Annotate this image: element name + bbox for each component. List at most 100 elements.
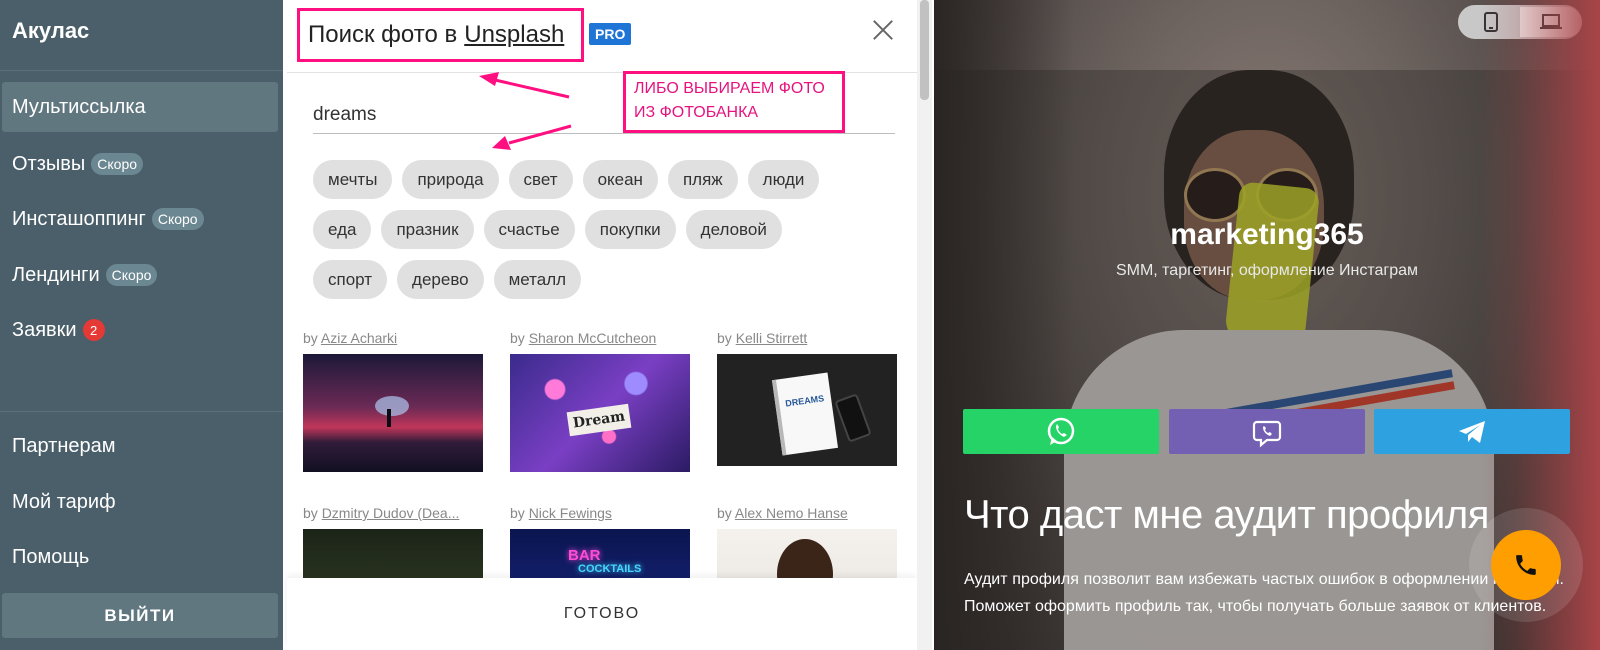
- photo-credit: by Dzmitry Dudov (Dea...: [303, 505, 483, 523]
- chip-row: спорт дерево металл: [313, 260, 873, 299]
- photo-credit: by Alex Nemo Hanse: [717, 505, 897, 523]
- sidebar: Акулас Мультиссылка Отзывы Скоро Инсташо…: [0, 0, 283, 650]
- photo-thumbnail[interactable]: [717, 529, 897, 578]
- tag-chip[interactable]: счастье: [483, 210, 575, 249]
- author-link[interactable]: Alex Nemo Hanse: [735, 505, 848, 521]
- laptop-icon: [1540, 14, 1562, 29]
- device-toggle: [1458, 5, 1582, 39]
- photo-result[interactable]: by Alex Nemo Hanse: [717, 505, 897, 578]
- tag-chip[interactable]: дерево: [397, 260, 484, 299]
- annotation-callout: ЛИБО ВЫБИРАЕМ ФОТО ИЗ ФОТОБАНКА: [623, 71, 845, 133]
- preview-heading: Что даст мне аудит профиля: [964, 493, 1489, 537]
- modal-scrollbar[interactable]: [917, 0, 932, 650]
- tag-chip[interactable]: металл: [493, 260, 582, 299]
- photo-search-modal: Поиск фото в Unsplash PRO ЛИБО ВЫБИРАЕМ …: [287, 0, 932, 650]
- sidebar-item-label: Мультиссылка: [12, 95, 146, 118]
- modal-title: Поиск фото в Unsplash: [297, 8, 584, 62]
- scrollbar-thumb[interactable]: [920, 0, 929, 100]
- sidebar-item-label: Мой тариф: [12, 490, 116, 513]
- tag-chip[interactable]: мечты: [313, 160, 393, 199]
- photo-credit: by Aziz Acharki: [303, 330, 483, 348]
- sidebar-item-label: Лендинги: [12, 263, 100, 286]
- photo-result[interactable]: by Nick Fewings BAR COCKTAILS: [510, 505, 690, 578]
- photo-result[interactable]: by Sharon McCutcheon Dream: [510, 330, 690, 472]
- sidebar-item-my-plan[interactable]: Мой тариф: [2, 477, 278, 527]
- sidebar-item-multilink[interactable]: Мультиссылка: [2, 82, 278, 132]
- unsplash-link[interactable]: Unsplash: [464, 21, 564, 49]
- sidebar-item-reviews[interactable]: Отзывы Скоро: [2, 139, 278, 189]
- author-link[interactable]: Sharon McCutcheon: [529, 330, 657, 346]
- sidebar-item-help[interactable]: Помощь: [2, 532, 278, 582]
- requests-count-badge: 2: [82, 319, 105, 341]
- by-label: by: [303, 505, 318, 521]
- sidebar-item-label: Отзывы: [12, 152, 86, 175]
- phone-call-icon: [1516, 555, 1536, 575]
- sidebar-item-label: Инсташоппинг: [12, 207, 146, 230]
- photo-result[interactable]: by Dzmitry Dudov (Dea...: [303, 505, 483, 578]
- dream-card: Dream: [566, 403, 632, 437]
- sidebar-item-label: Партнерам: [12, 434, 116, 457]
- by-label: by: [717, 330, 732, 346]
- soon-badge: Скоро: [151, 208, 204, 230]
- annotation-arrow-line: [494, 78, 570, 99]
- photo-credit: by Nick Fewings: [510, 505, 690, 523]
- tag-chip[interactable]: еда: [313, 210, 372, 249]
- sidebar-divider: [0, 411, 283, 412]
- sidebar-item-landings[interactable]: Лендинги Скоро: [2, 250, 278, 300]
- telegram-button[interactable]: [1374, 409, 1570, 454]
- photo-thumbnail[interactable]: BAR COCKTAILS: [510, 529, 690, 578]
- tag-chip[interactable]: свет: [508, 160, 573, 199]
- close-icon[interactable]: [870, 17, 896, 43]
- preview-text: Аудит профиля позволит вам избежать част…: [964, 571, 1564, 615]
- chip-row: еда празник счастье покупки деловой: [313, 210, 873, 249]
- tag-chip[interactable]: покупки: [584, 210, 676, 249]
- tag-chip[interactable]: океан: [582, 160, 658, 199]
- pro-badge: PRO: [589, 23, 632, 45]
- annotation-arrow-head: [479, 72, 499, 86]
- neon-sign-text: COCKTAILS: [578, 563, 642, 575]
- photo-figure: [387, 409, 391, 427]
- author-link[interactable]: Dzmitry Dudov (Dea...: [322, 505, 460, 521]
- by-label: by: [510, 330, 525, 346]
- by-label: by: [510, 505, 525, 521]
- sidebar-item-label: Заявки: [12, 318, 77, 341]
- photo-thumbnail[interactable]: [303, 354, 483, 472]
- tag-chip[interactable]: природа: [402, 160, 499, 199]
- photo-result[interactable]: by Kelli Stirrett DREAMS: [717, 330, 897, 466]
- photo-grid: by Aziz Acharki by Sharon McCutcheon Dre…: [303, 330, 913, 578]
- call-button[interactable]: [1491, 530, 1561, 600]
- tag-chip[interactable]: деловой: [685, 210, 782, 249]
- page-preview: marketing365 SMM, таргетинг, оформление …: [934, 0, 1600, 650]
- sidebar-item-partners[interactable]: Партнерам: [2, 421, 278, 471]
- tag-chip[interactable]: празник: [381, 210, 474, 249]
- author-link[interactable]: Aziz Acharki: [321, 330, 397, 346]
- tag-chip[interactable]: спорт: [313, 260, 388, 299]
- author-link[interactable]: Nick Fewings: [529, 505, 612, 521]
- author-link[interactable]: Kelli Stirrett: [736, 330, 808, 346]
- done-button[interactable]: ГОТОВО: [564, 605, 640, 623]
- phone-icon: [1484, 12, 1498, 32]
- photo-credit: by Kelli Stirrett: [717, 330, 897, 348]
- notebook-text: DREAMS: [784, 393, 825, 409]
- annotation-line-1: ЛИБО ВЫБИРАЕМ ФОТО: [634, 80, 825, 97]
- photo-credit: by Sharon McCutcheon: [510, 330, 690, 348]
- tag-chip[interactable]: пляж: [667, 160, 738, 199]
- photo-thumbnail[interactable]: DREAMS: [717, 354, 897, 466]
- mobile-view-toggle[interactable]: [1460, 7, 1522, 37]
- photo-thumbnail[interactable]: [303, 529, 483, 578]
- viber-button[interactable]: [1169, 409, 1365, 454]
- whatsapp-button[interactable]: [963, 409, 1159, 454]
- desktop-view-toggle[interactable]: [1520, 7, 1582, 37]
- sidebar-item-requests[interactable]: Заявки 2: [2, 305, 278, 355]
- profile-description: SMM, таргетинг, оформление Инстаграм: [1115, 262, 1419, 279]
- tag-chip[interactable]: люди: [747, 160, 820, 199]
- sidebar-item-instashopping[interactable]: Инсташоппинг Скоро: [2, 194, 278, 244]
- by-label: by: [717, 505, 732, 521]
- photo-thumbnail[interactable]: Dream: [510, 354, 690, 472]
- neon-sign-text: BAR: [568, 547, 601, 564]
- telegram-icon: [1459, 420, 1485, 443]
- photo-result[interactable]: by Aziz Acharki: [303, 330, 483, 472]
- logout-button[interactable]: ВЫЙТИ: [2, 593, 278, 638]
- brand-logo[interactable]: Акулас: [12, 18, 89, 44]
- tag-chips: мечты природа свет океан пляж люди еда п…: [313, 160, 873, 310]
